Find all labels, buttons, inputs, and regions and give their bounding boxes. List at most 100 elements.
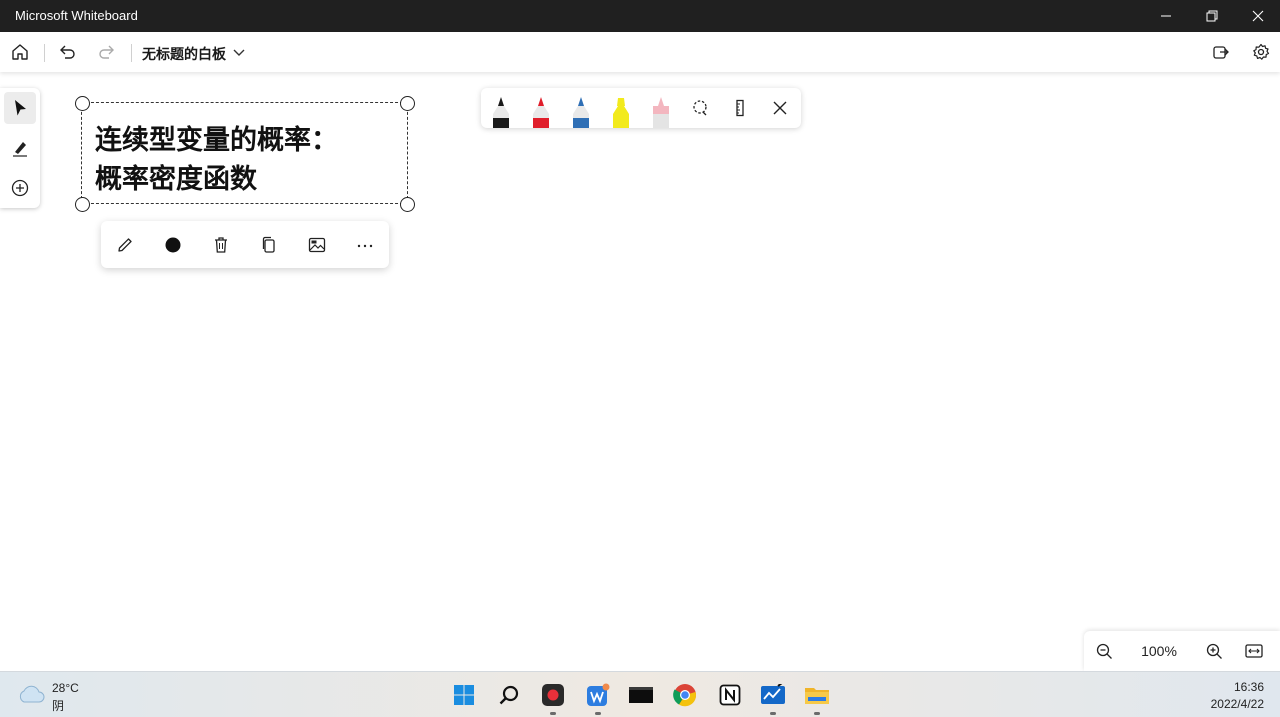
running-indicator (595, 712, 601, 715)
chevron-down-icon (233, 49, 245, 56)
wps-icon (587, 683, 610, 706)
cloud-icon (19, 685, 45, 703)
close-window-button[interactable] (1235, 0, 1280, 32)
close-icon (773, 101, 787, 115)
selection-context-menu (101, 221, 389, 268)
taskbar-app-terminal[interactable] (626, 680, 656, 710)
settings-icon (1253, 43, 1270, 60)
yellow-highlighter-icon (613, 98, 629, 128)
pen-icon (13, 142, 27, 157)
red-pen[interactable] (529, 96, 553, 128)
file-explorer-icon (805, 688, 829, 704)
color-dot-icon (165, 237, 181, 253)
windows-start-icon (454, 685, 474, 705)
edit-text-button[interactable] (110, 230, 140, 260)
red-pen-icon (533, 97, 549, 128)
board-title-dropdown[interactable] (232, 45, 246, 59)
whiteboard-icon (761, 684, 785, 704)
app-title: Microsoft Whiteboard (15, 8, 138, 23)
close-icon (1252, 10, 1264, 22)
toolbar-separator (131, 44, 132, 62)
select-tool-button[interactable] (4, 92, 36, 124)
undo-icon (60, 45, 75, 59)
resize-handle[interactable] (75, 96, 90, 111)
ruler-button[interactable] (726, 94, 754, 122)
home-button[interactable] (4, 36, 36, 68)
taskbar-app-recorder[interactable] (538, 680, 568, 715)
select-icon (15, 100, 26, 116)
tool-rail (0, 88, 40, 208)
taskbar-search-button[interactable] (494, 680, 524, 710)
recorder-icon (542, 684, 564, 706)
undo-button[interactable] (51, 36, 83, 68)
minimize-button[interactable] (1143, 0, 1189, 32)
redo-button[interactable] (91, 36, 123, 68)
delete-icon (215, 237, 227, 253)
lasso-icon (693, 100, 707, 116)
toolbar-separator (44, 44, 45, 62)
zoom-out-button[interactable] (1089, 636, 1119, 666)
lasso-button[interactable] (686, 94, 714, 122)
board-title[interactable]: 无标题的白板 (142, 44, 226, 64)
taskbar-app-notion[interactable] (715, 680, 745, 710)
copy-button[interactable] (254, 230, 284, 260)
resize-handle[interactable] (400, 96, 415, 111)
ruler-icon (736, 99, 744, 117)
fit-to-screen-button[interactable] (1239, 636, 1269, 666)
clock-date[interactable]: 2022/4/22 (1211, 697, 1264, 711)
restore-button[interactable] (1189, 0, 1235, 32)
zoom-in-button[interactable] (1199, 636, 1229, 666)
zoom-control: 100% (1084, 631, 1280, 671)
running-indicator (550, 712, 556, 715)
taskbar-app-whiteboard[interactable] (758, 680, 788, 715)
note-text-line-2[interactable]: 概率密度函数 (95, 157, 257, 196)
note-text-line-1[interactable]: 连续型变量的概率： (95, 118, 338, 157)
minimize-icon (1161, 15, 1171, 17)
restore-icon (1206, 10, 1218, 22)
black-pen[interactable] (489, 96, 513, 128)
taskbar-app-file-explorer[interactable] (802, 680, 832, 715)
terminal-icon (629, 687, 653, 703)
share-button[interactable] (1205, 36, 1237, 68)
black-pen-icon (493, 97, 509, 128)
running-indicator (770, 712, 776, 715)
windows-taskbar: 28°C 阴 16:36 2022/4/22 (0, 671, 1280, 717)
resize-handle[interactable] (75, 197, 90, 212)
weather-widget[interactable] (17, 683, 45, 705)
blue-pen-icon (573, 97, 589, 128)
resize-handle[interactable] (400, 197, 415, 212)
add-icon (11, 179, 29, 197)
more-options-button[interactable] (350, 230, 380, 260)
weather-temperature: 28°C (52, 681, 79, 695)
taskbar-app-wps[interactable] (583, 680, 613, 715)
export-image-button[interactable] (302, 230, 332, 260)
search-icon (499, 685, 519, 705)
home-icon (12, 44, 28, 60)
redo-icon (99, 45, 114, 59)
image-icon (308, 237, 326, 253)
more-icon (357, 244, 373, 248)
app-toolbar: 无标题的白板 (0, 32, 1280, 72)
share-icon (1213, 46, 1229, 59)
eraser-icon (653, 97, 669, 128)
edit-icon (118, 238, 132, 252)
start-button[interactable] (449, 680, 479, 710)
yellow-highlighter[interactable] (609, 96, 633, 128)
color-button[interactable] (158, 230, 188, 260)
add-content-button[interactable] (4, 172, 36, 204)
copy-icon (262, 236, 275, 253)
eraser[interactable] (649, 96, 673, 128)
pen-tool-button[interactable] (4, 132, 36, 164)
zoom-level: 100% (1141, 643, 1177, 659)
settings-button[interactable] (1245, 36, 1277, 68)
zoom-out-icon (1096, 643, 1112, 659)
chrome-icon (673, 684, 697, 707)
close-pen-tray-button[interactable] (766, 94, 794, 122)
fit-screen-icon (1245, 644, 1263, 658)
notion-icon (719, 684, 741, 706)
delete-button[interactable] (206, 230, 236, 260)
taskbar-app-chrome[interactable] (670, 680, 700, 710)
blue-pen[interactable] (569, 96, 593, 128)
pen-tray (481, 88, 801, 128)
clock-time[interactable]: 16:36 (1234, 680, 1264, 694)
